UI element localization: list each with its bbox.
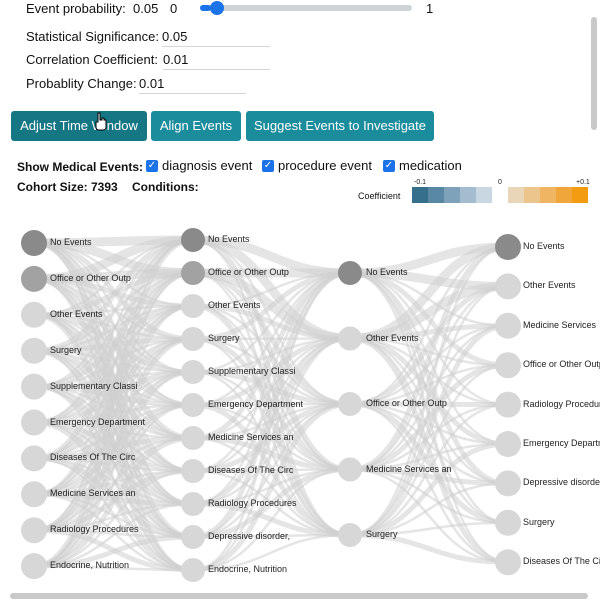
flow-node-c1-10[interactable] xyxy=(181,558,205,582)
flow-node-c2-1[interactable] xyxy=(338,326,362,351)
horizontal-scrollbar[interactable] xyxy=(10,593,588,599)
flow-node-c3-2[interactable] xyxy=(495,312,521,339)
flow-node-c1-7[interactable] xyxy=(181,459,205,483)
flow-node-c0-1[interactable] xyxy=(21,265,47,292)
flow-node-c0-8[interactable] xyxy=(21,517,47,544)
vertical-scrollbar[interactable] xyxy=(591,17,597,130)
flow-node-c3-7[interactable] xyxy=(495,509,521,536)
event-flow-diagram xyxy=(0,222,600,594)
flow-node-c1-8[interactable] xyxy=(181,492,205,516)
flow-node-c1-3[interactable] xyxy=(181,327,205,351)
flow-node-c3-4[interactable] xyxy=(495,391,521,418)
flow-node-c0-4[interactable] xyxy=(21,373,47,400)
flow-node-c1-6[interactable] xyxy=(181,426,205,450)
flow-node-c0-2[interactable] xyxy=(21,301,47,328)
flow-node-c1-9[interactable] xyxy=(181,525,205,549)
flow-node-c0-3[interactable] xyxy=(21,337,47,364)
flow-node-c0-6[interactable] xyxy=(21,445,47,472)
flow-node-c0-9[interactable] xyxy=(21,553,47,580)
flow-node-c0-0[interactable] xyxy=(21,230,47,256)
flow-node-c3-5[interactable] xyxy=(495,431,521,457)
flow-node-c3-8[interactable] xyxy=(495,549,521,576)
flow-node-c2-4[interactable] xyxy=(338,523,362,547)
flow-node-c2-3[interactable] xyxy=(338,457,362,482)
flow-node-c2-2[interactable] xyxy=(338,392,362,416)
flow-node-c1-1[interactable] xyxy=(181,261,205,285)
flow-node-c0-7[interactable] xyxy=(21,481,47,508)
flow-node-c3-1[interactable] xyxy=(495,273,521,300)
flow-node-c2-0[interactable] xyxy=(338,261,362,285)
flow-node-c1-2[interactable] xyxy=(181,294,205,318)
flow-node-c3-6[interactable] xyxy=(495,470,521,497)
flow-node-c3-3[interactable] xyxy=(495,352,521,379)
flow-node-c3-0[interactable] xyxy=(495,234,521,260)
flow-node-c1-4[interactable] xyxy=(181,360,205,384)
flow-node-c0-5[interactable] xyxy=(21,409,47,436)
flow-node-c1-0[interactable] xyxy=(181,228,205,252)
flow-node-c1-5[interactable] xyxy=(181,393,205,417)
